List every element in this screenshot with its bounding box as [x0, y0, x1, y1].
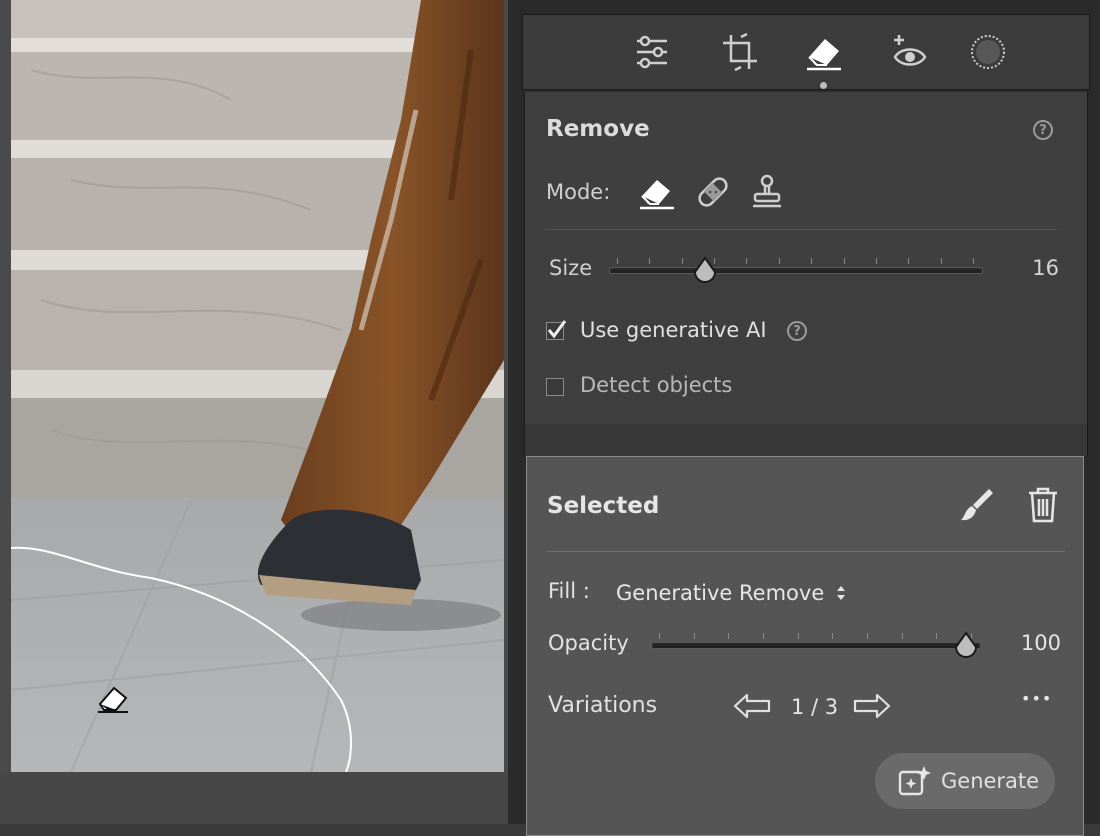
- size-value: 16: [1032, 256, 1059, 280]
- selected-title: Selected: [547, 493, 660, 519]
- slider-tick: [875, 258, 877, 264]
- variations-counter: 1 / 3: [791, 695, 839, 719]
- checkmark-icon: [547, 320, 567, 339]
- slider-tick: [778, 258, 780, 264]
- opacity-value: 100: [1020, 631, 1061, 655]
- remove-divider: [545, 229, 1057, 230]
- opacity-slider-thumb[interactable]: [953, 631, 979, 659]
- slider-tick: [940, 258, 942, 264]
- selected-section: Selected Fill : Generative Remove Opacit…: [526, 456, 1084, 836]
- slider-tick: [681, 258, 683, 264]
- fill-select-value: Generative Remove: [616, 581, 825, 605]
- remove-section: Remove ? Mode: Size 16 Use generative AI…: [524, 92, 1088, 425]
- edit-panel: Remove ? Mode: Size 16 Use generative AI…: [508, 0, 1100, 836]
- photo-image[interactable]: [11, 0, 504, 772]
- remove-title: Remove: [546, 116, 650, 142]
- tool-crop[interactable]: [710, 29, 770, 75]
- slider-tick: [659, 633, 660, 639]
- slider-tick: [901, 633, 903, 639]
- bandage-icon[interactable]: [693, 172, 733, 212]
- slider-tick: [973, 258, 974, 264]
- generate-button[interactable]: Generate: [875, 753, 1055, 809]
- slider-tick: [728, 633, 730, 639]
- fill-label: Fill :: [548, 579, 590, 603]
- generate-label: Generate: [941, 769, 1040, 793]
- eraser-icon: [807, 39, 841, 71]
- redeye-icon: [893, 35, 927, 66]
- size-label: Size: [549, 256, 593, 280]
- generative-ai-checkbox[interactable]: [546, 320, 567, 340]
- size-slider[interactable]: [609, 254, 985, 288]
- size-slider-track: [609, 267, 983, 274]
- eraser-icon[interactable]: [637, 172, 677, 212]
- slider-tick: [763, 633, 764, 639]
- remove-help-icon[interactable]: ?: [1033, 120, 1053, 140]
- photo-canvas[interactable]: [0, 0, 508, 824]
- clone-stamp-icon[interactable]: [747, 172, 787, 212]
- detect-objects-label[interactable]: Detect objects: [580, 373, 732, 397]
- opacity-slider[interactable]: [651, 629, 985, 663]
- sliders-icon: [637, 35, 667, 69]
- slider-tick: [617, 258, 618, 264]
- tool-edit[interactable]: [622, 29, 682, 75]
- trash-icon[interactable]: [1025, 485, 1061, 525]
- previous-arrow-icon[interactable]: [733, 691, 771, 721]
- canvas-bottom-strip: [0, 772, 508, 824]
- slider-tick: [811, 258, 813, 264]
- crop-icon: [723, 32, 757, 72]
- tool-masking[interactable]: [958, 29, 1018, 75]
- slider-tick: [843, 258, 845, 264]
- slider-tick: [746, 258, 748, 264]
- next-arrow-icon[interactable]: [853, 691, 891, 721]
- slider-tick: [832, 633, 834, 639]
- tool-strip: [522, 14, 1090, 90]
- more-options-icon[interactable]: •••: [1021, 689, 1052, 708]
- slider-tick: [867, 633, 868, 639]
- variations-label: Variations: [548, 693, 658, 718]
- tool-redeye[interactable]: [880, 29, 940, 75]
- mask-icon: [971, 35, 1005, 69]
- opacity-slider-track: [651, 642, 981, 649]
- tool-remove[interactable]: [794, 29, 854, 75]
- updown-chevron-icon: [837, 586, 846, 600]
- mode-label: Mode:: [546, 180, 611, 204]
- slider-tick: [693, 633, 695, 639]
- eraser-cursor-icon: [98, 686, 128, 713]
- selected-divider: [547, 551, 1065, 552]
- brush-icon[interactable]: [957, 485, 997, 525]
- fill-select[interactable]: Generative Remove: [616, 579, 848, 607]
- generate-sparkle-icon: [898, 766, 931, 796]
- generative-ai-label[interactable]: Use generative AI: [580, 318, 767, 342]
- generative-ai-help-icon[interactable]: ?: [787, 321, 807, 341]
- slider-tick: [908, 258, 910, 264]
- slider-tick: [936, 633, 938, 639]
- active-tool-indicator: [820, 82, 827, 89]
- slider-tick: [649, 258, 651, 264]
- size-slider-thumb[interactable]: [692, 256, 718, 284]
- section-gap: [524, 424, 1088, 456]
- slider-tick: [797, 633, 799, 639]
- detect-objects-checkbox[interactable]: [546, 378, 564, 396]
- opacity-label: Opacity: [548, 631, 629, 655]
